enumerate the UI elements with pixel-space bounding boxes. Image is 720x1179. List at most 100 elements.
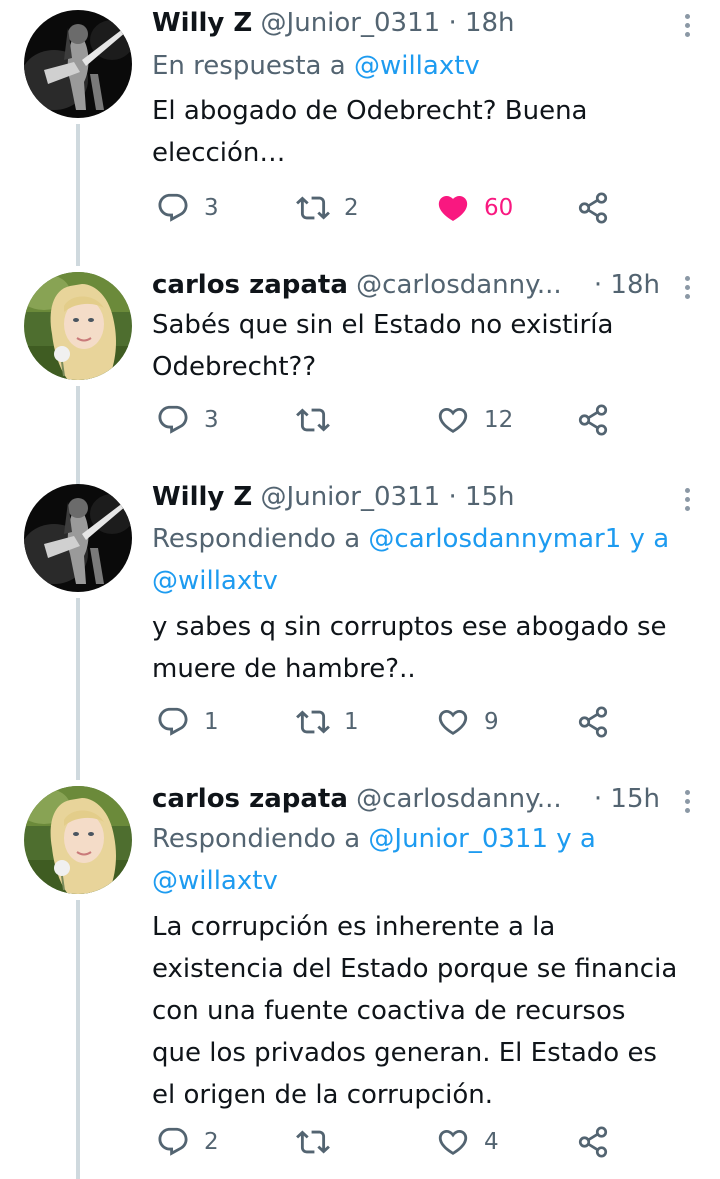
tweet-1[interactable]: Willy Z @Junior_0311 · 18h En respuesta …	[0, 0, 720, 266]
timestamp[interactable]: 18h	[610, 270, 660, 300]
tweet-2[interactable]: carlos zapata @carlosdanny... · 18h Sabé…	[0, 266, 720, 490]
guitarist-avatar-icon	[24, 10, 132, 118]
more-options-icon[interactable]	[684, 790, 692, 814]
like-button[interactable]: 60	[436, 188, 513, 228]
like-count: 12	[484, 407, 514, 433]
tweet-text-line: Sabés que sin el Estado no existiría	[152, 310, 614, 340]
retweet-icon	[296, 403, 330, 437]
reply-prefix: Respondiendo a	[152, 824, 369, 854]
blonde-girl-avatar-icon	[24, 786, 132, 894]
reply-button[interactable]: 3	[156, 400, 219, 440]
reply-button[interactable]: 1	[156, 702, 219, 742]
separator: ·	[448, 482, 457, 512]
separator: ·	[593, 784, 603, 814]
retweet-button[interactable]: 2	[296, 188, 359, 228]
share-icon	[576, 1125, 610, 1159]
tweet-text-line: que los privados generan. El Estado es	[152, 1038, 657, 1068]
avatar[interactable]	[24, 272, 132, 380]
display-name[interactable]: Willy Z	[152, 8, 252, 38]
display-name[interactable]: carlos zapata	[152, 784, 348, 814]
user-handle[interactable]: @carlosdanny...	[356, 270, 561, 300]
more-options-icon[interactable]	[684, 14, 692, 38]
action-bar: 2 4	[152, 1122, 700, 1162]
separator: ·	[593, 270, 603, 300]
more-options-icon[interactable]	[684, 488, 692, 512]
tweet-text-line: El abogado de Odebrecht? Buena	[152, 96, 588, 126]
action-bar: 1 1 9	[152, 702, 700, 742]
retweet-button[interactable]	[296, 400, 330, 440]
action-bar: 3 2 60	[152, 188, 700, 228]
tweet-text-line: y sabes q sin corruptos ese abogado se	[152, 612, 667, 642]
mention-link[interactable]: @carlosdannymar1 y a	[368, 524, 669, 554]
tweet-4[interactable]: carlos zapata @carlosdanny... · 15h Resp…	[0, 780, 720, 1179]
heart-filled-icon	[436, 191, 470, 225]
avatar[interactable]	[24, 10, 132, 118]
tweet-header: carlos zapata @carlosdanny... · 15h	[152, 782, 700, 816]
reply-context: Respondiendo a @Junior_0311 y a @willaxt…	[152, 818, 700, 902]
share-button[interactable]	[576, 188, 610, 228]
avatar[interactable]	[24, 786, 132, 894]
display-name[interactable]: Willy Z	[152, 482, 252, 512]
reply-prefix: Respondiendo a	[152, 524, 369, 554]
user-handle[interactable]: @Junior_0311	[261, 482, 441, 512]
reply-context: Respondiendo a @carlosdannymar1 y a @wil…	[152, 518, 700, 602]
reply-count: 1	[204, 709, 219, 735]
display-name[interactable]: carlos zapata	[152, 270, 348, 300]
mention-link[interactable]: @willaxtv	[152, 560, 700, 602]
tweet-text-line: Odebrecht??	[152, 352, 317, 382]
like-button[interactable]: 9	[436, 702, 499, 742]
heart-icon	[436, 1125, 470, 1159]
tweet-header: carlos zapata @carlosdanny... · 18h	[152, 268, 700, 302]
mention-link[interactable]: @willaxtv	[354, 51, 480, 81]
separator: ·	[448, 8, 457, 38]
reply-button[interactable]: 2	[156, 1122, 219, 1162]
reply-prefix: En respuesta a	[152, 51, 354, 81]
retweet-button[interactable]: 1	[296, 702, 359, 742]
tweet-text-line: muere de hambre?..	[152, 654, 416, 684]
tweet-text-line: el origen de la corrupción.	[152, 1080, 494, 1110]
mention-link[interactable]: @Junior_0311 y a	[368, 824, 595, 854]
tweet-text: El abogado de Odebrecht? Buena elección…	[152, 90, 700, 174]
retweet-count: 1	[344, 709, 359, 735]
share-button[interactable]	[576, 1122, 610, 1162]
share-button[interactable]	[576, 702, 610, 742]
reply-button[interactable]: 3	[156, 188, 219, 228]
timestamp[interactable]: 15h	[465, 482, 515, 512]
retweet-button[interactable]	[296, 1122, 330, 1162]
tweet-text-line: con una fuente coactiva de recursos	[152, 996, 626, 1026]
tweet-3[interactable]: Willy Z @Junior_0311 · 15h Respondiendo …	[0, 480, 720, 782]
thread-line	[76, 900, 80, 1179]
retweet-icon	[296, 1125, 330, 1159]
share-button[interactable]	[576, 400, 610, 440]
like-button[interactable]: 12	[436, 400, 513, 440]
timestamp[interactable]: 18h	[465, 8, 515, 38]
tweet-header: Willy Z @Junior_0311 · 18h	[152, 6, 700, 40]
heart-icon	[436, 403, 470, 437]
share-icon	[576, 705, 610, 739]
thread-line	[76, 598, 80, 780]
mention-link[interactable]: @willaxtv	[152, 860, 700, 902]
blonde-girl-avatar-icon	[24, 272, 132, 380]
like-count: 4	[484, 1129, 499, 1155]
like-button[interactable]: 4	[436, 1122, 499, 1162]
action-bar: 3 12	[152, 400, 700, 440]
avatar[interactable]	[24, 484, 132, 592]
reply-icon	[156, 705, 190, 739]
retweet-icon	[296, 705, 330, 739]
thread-line	[76, 124, 80, 266]
user-handle[interactable]: @carlosdanny...	[356, 784, 561, 814]
user-handle[interactable]: @Junior_0311	[261, 8, 441, 38]
reply-context: En respuesta a @willaxtv	[152, 45, 700, 87]
tweet-text: La corrupción es inherente a la existenc…	[152, 906, 700, 1116]
reply-count: 3	[204, 407, 219, 433]
tweet-text-line: existencia del Estado porque se financia	[152, 954, 678, 984]
reply-icon	[156, 403, 190, 437]
guitarist-avatar-icon	[24, 484, 132, 592]
tweet-text-line: La corrupción es inherente a la	[152, 912, 556, 942]
timestamp[interactable]: 15h	[610, 784, 660, 814]
reply-icon	[156, 1125, 190, 1159]
reply-icon	[156, 191, 190, 225]
more-options-icon[interactable]	[684, 276, 692, 300]
share-icon	[576, 403, 610, 437]
tweet-text: Sabés que sin el Estado no existiría Ode…	[152, 304, 700, 388]
